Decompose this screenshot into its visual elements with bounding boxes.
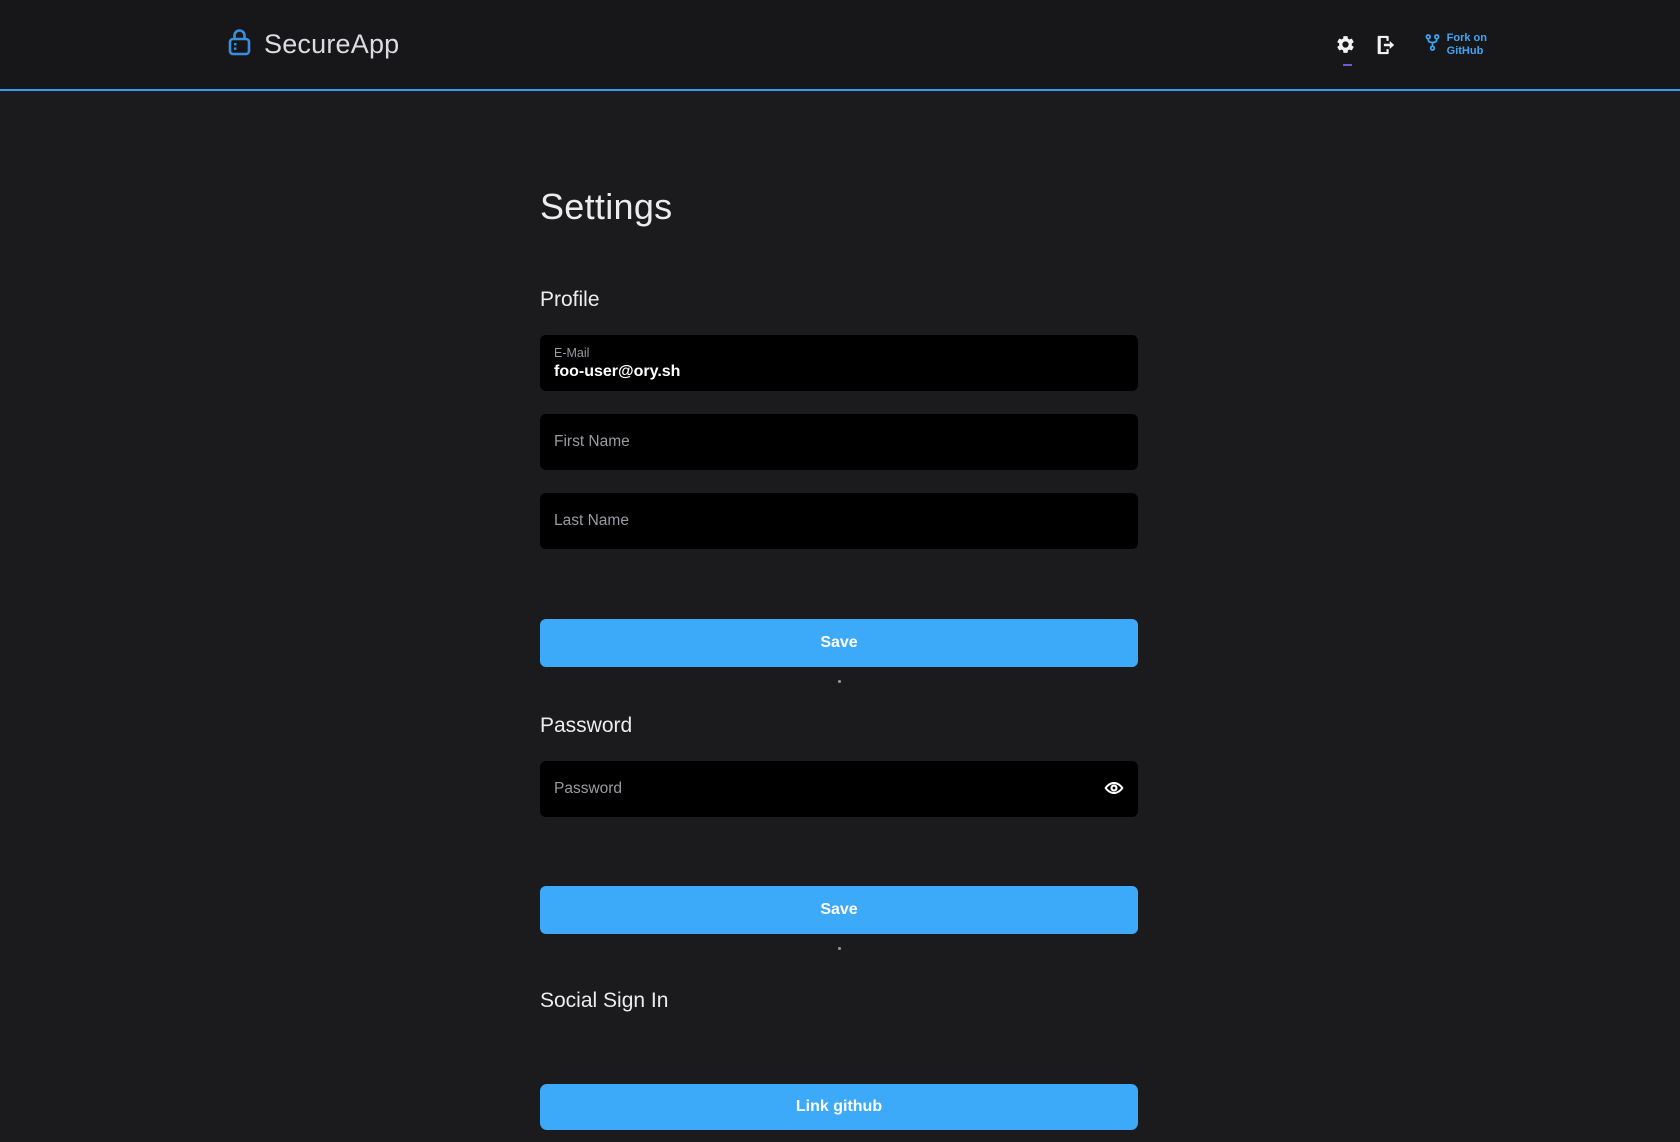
save-profile-button[interactable]: Save <box>540 619 1138 667</box>
header-actions: Fork on GitHub <box>1334 32 1487 57</box>
password-section-heading: Password <box>540 714 1138 738</box>
eye-icon <box>1101 778 1127 801</box>
password-form-dot <box>838 947 841 950</box>
fork-link-text: Fork on GitHub <box>1447 32 1487 57</box>
logout-icon <box>1374 34 1396 56</box>
app-header: SecureApp <box>0 0 1680 91</box>
last-name-field-wrapper <box>540 493 1138 549</box>
password-field[interactable] <box>554 780 1164 798</box>
settings-button[interactable] <box>1334 33 1358 57</box>
settings-page: Settings Profile E-Mail Save Password Sa… <box>540 91 1138 1130</box>
first-name-field-wrapper <box>540 414 1138 470</box>
link-github-button[interactable]: Link github <box>540 1084 1138 1130</box>
password-field-wrapper <box>540 761 1138 817</box>
gear-icon <box>1335 34 1356 55</box>
email-field-wrapper: E-Mail <box>540 335 1138 391</box>
email-field-label: E-Mail <box>554 346 1124 360</box>
git-fork-icon <box>1424 33 1441 56</box>
last-name-field[interactable] <box>554 512 1124 530</box>
email-field[interactable] <box>554 363 1124 381</box>
page-title: Settings <box>540 91 1138 228</box>
toggle-password-visibility-button[interactable] <box>1099 777 1129 801</box>
first-name-field[interactable] <box>554 433 1124 451</box>
social-section-heading: Social Sign In <box>540 989 1138 1013</box>
lock-icon <box>228 28 251 62</box>
app-logo-group[interactable]: SecureApp <box>228 28 399 62</box>
logout-button[interactable] <box>1373 33 1397 57</box>
profile-section-heading: Profile <box>540 288 1138 312</box>
app-title: SecureApp <box>264 29 399 60</box>
save-password-button[interactable]: Save <box>540 886 1138 934</box>
focus-underline <box>1343 64 1352 66</box>
profile-form-dot <box>838 680 841 683</box>
fork-on-github-link[interactable]: Fork on GitHub <box>1424 32 1487 57</box>
